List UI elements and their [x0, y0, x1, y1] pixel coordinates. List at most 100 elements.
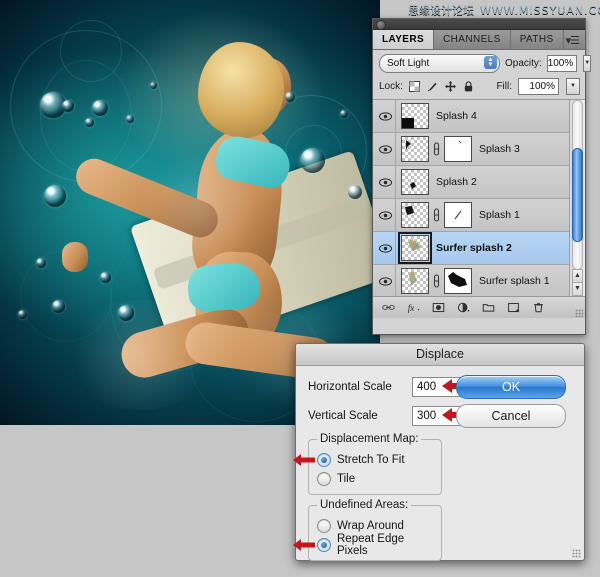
water-drop: [44, 185, 66, 207]
eye-icon: [378, 111, 392, 121]
layer-thumbnail[interactable]: [401, 202, 429, 228]
layer-name: Splash 2: [436, 176, 477, 188]
layer-thumbnail[interactable]: [398, 232, 432, 264]
layer-visibility-toggle[interactable]: [375, 199, 396, 231]
panel-title-bar[interactable]: [373, 19, 585, 30]
layer-style-fx-icon[interactable]: fx: [407, 301, 420, 314]
radio-indicator[interactable]: [317, 537, 331, 552]
arrow-stretch-to-fit: [293, 453, 315, 470]
lock-transparent-pixels-icon[interactable]: [408, 81, 420, 92]
opacity-label: Opacity:: [505, 58, 542, 69]
undefined-areas-group: Undefined Areas: Wrap Around Repeat Edge…: [293, 499, 442, 561]
ok-button[interactable]: OK: [456, 375, 566, 399]
layer-visibility-toggle[interactable]: [375, 100, 396, 132]
layer-mask-link-icon[interactable]: [432, 274, 441, 288]
layer-thumbnail[interactable]: [401, 268, 429, 294]
panel-resize-grip[interactable]: [575, 309, 583, 317]
radio-indicator[interactable]: [317, 518, 331, 533]
radio-indicator[interactable]: [317, 452, 331, 467]
dialog-title: Displace: [296, 344, 584, 366]
layer-mask-thumbnail[interactable]: [444, 202, 472, 228]
tab-channels[interactable]: CHANNELS: [434, 30, 511, 49]
water-drop: [285, 92, 295, 102]
panel-menu-icon[interactable]: ▾☰: [566, 33, 585, 49]
layer-visibility-toggle[interactable]: [375, 166, 396, 198]
layer-mask-link-icon[interactable]: [432, 142, 441, 156]
layer-visibility-toggle[interactable]: [375, 232, 396, 264]
watermark-cn-text: 思缘设计论坛: [408, 4, 474, 17]
eye-icon: [378, 210, 392, 220]
layer-thumbnail[interactable]: [401, 103, 429, 129]
layer-mask-link-icon[interactable]: [432, 208, 441, 222]
table-row[interactable]: Splash 1: [373, 199, 585, 232]
layer-list[interactable]: Splash 4 Splash 3 Splash 2 Splash 1 Surf…: [373, 100, 585, 297]
table-row[interactable]: Surfer splash 2: [373, 232, 585, 265]
scrollbar-thumb[interactable]: [572, 148, 583, 242]
surfer-hand: [62, 242, 88, 272]
table-row[interactable]: Surfer splash 1: [373, 265, 585, 296]
layers-panel-footer[interactable]: fx: [373, 297, 585, 318]
water-drop: [36, 258, 46, 268]
lock-row[interactable]: Lock: Fill: 100% ▼: [373, 76, 585, 100]
svg-text:fx: fx: [408, 303, 414, 313]
layer-thumbnail[interactable]: [401, 136, 429, 162]
new-adjustment-layer-icon[interactable]: [457, 301, 470, 314]
lock-image-pixels-icon[interactable]: [427, 81, 438, 92]
lock-label: Lock:: [379, 81, 403, 92]
layer-thumbnail[interactable]: [401, 169, 429, 195]
radio-label: Tile: [337, 472, 356, 485]
displacement-map-group: Displacement Map: Stretch To Fit Tile: [293, 433, 442, 495]
tab-paths[interactable]: PATHS: [511, 30, 564, 49]
new-layer-icon[interactable]: [507, 301, 520, 314]
panel-close-icon[interactable]: [376, 20, 386, 30]
water-drop: [62, 100, 74, 112]
radio-repeat-edge-pixels[interactable]: Repeat Edge Pixels: [293, 533, 435, 557]
fill-input[interactable]: 100%: [518, 78, 559, 95]
link-layers-icon[interactable]: [382, 301, 395, 314]
dialog-resize-grip[interactable]: [572, 549, 581, 558]
table-row[interactable]: Splash 2: [373, 166, 585, 199]
layer-visibility-toggle[interactable]: [375, 265, 396, 296]
layers-panel[interactable]: LAYERS CHANNELS PATHS ▾☰ Soft Light ▲ ▼ O…: [372, 18, 592, 335]
opacity-input[interactable]: 100%: [546, 55, 578, 72]
tab-layers[interactable]: LAYERS: [373, 30, 435, 49]
layer-list-scrollbar[interactable]: ▲ ▼: [569, 100, 585, 296]
scroll-up-arrow-icon[interactable]: ▲: [572, 269, 583, 283]
water-drop: [118, 305, 134, 321]
eye-icon: [378, 177, 392, 187]
radio-tile[interactable]: Tile: [317, 469, 435, 488]
layer-name: Splash 3: [479, 143, 520, 155]
undefined-areas-legend: Undefined Areas:: [320, 499, 409, 511]
new-group-icon[interactable]: [482, 301, 495, 314]
layer-mask-thumbnail[interactable]: [444, 268, 472, 294]
radio-stretch-to-fit[interactable]: Stretch To Fit: [293, 450, 435, 469]
table-row[interactable]: Splash 4: [373, 100, 585, 133]
table-row[interactable]: Splash 3: [373, 133, 585, 166]
vertical-scale-label: Vertical Scale: [308, 409, 378, 422]
scroll-down-arrow-icon[interactable]: ▼: [572, 282, 583, 296]
radio-indicator[interactable]: [317, 471, 331, 486]
delete-layer-icon[interactable]: [532, 301, 545, 314]
water-drop: [85, 118, 94, 127]
layer-name: Surfer splash 1: [479, 275, 550, 287]
panel-tab-bar[interactable]: LAYERS CHANNELS PATHS ▾☰: [373, 30, 585, 50]
lock-all-icon[interactable]: [463, 81, 474, 92]
fill-dropdown-icon[interactable]: ▼: [566, 78, 580, 95]
add-layer-mask-icon[interactable]: [432, 301, 445, 314]
layer-name: Splash 4: [436, 110, 477, 122]
blend-mode-stepper-icon[interactable]: ▲ ▼: [484, 56, 497, 69]
water-drop: [126, 115, 134, 123]
radio-label: Stretch To Fit: [337, 453, 405, 466]
water-drop: [18, 310, 27, 319]
blend-mode-row[interactable]: Soft Light ▲ ▼ Opacity: 100% ▼: [373, 50, 592, 76]
displace-dialog[interactable]: Displace Horizontal Scale 400 Vertical S…: [293, 343, 585, 561]
opacity-dropdown-icon[interactable]: ▼: [583, 55, 592, 72]
cancel-button[interactable]: Cancel: [456, 404, 566, 428]
watermark: 思缘设计论坛 WWW.MISSYUAN.COM: [408, 2, 600, 18]
lock-position-icon[interactable]: [444, 81, 456, 92]
blend-mode-select[interactable]: Soft Light ▲ ▼: [379, 54, 500, 73]
layer-mask-thumbnail[interactable]: [444, 136, 472, 162]
water-drop: [348, 185, 362, 199]
splash-effect: [60, 300, 220, 410]
layer-visibility-toggle[interactable]: [375, 133, 396, 165]
